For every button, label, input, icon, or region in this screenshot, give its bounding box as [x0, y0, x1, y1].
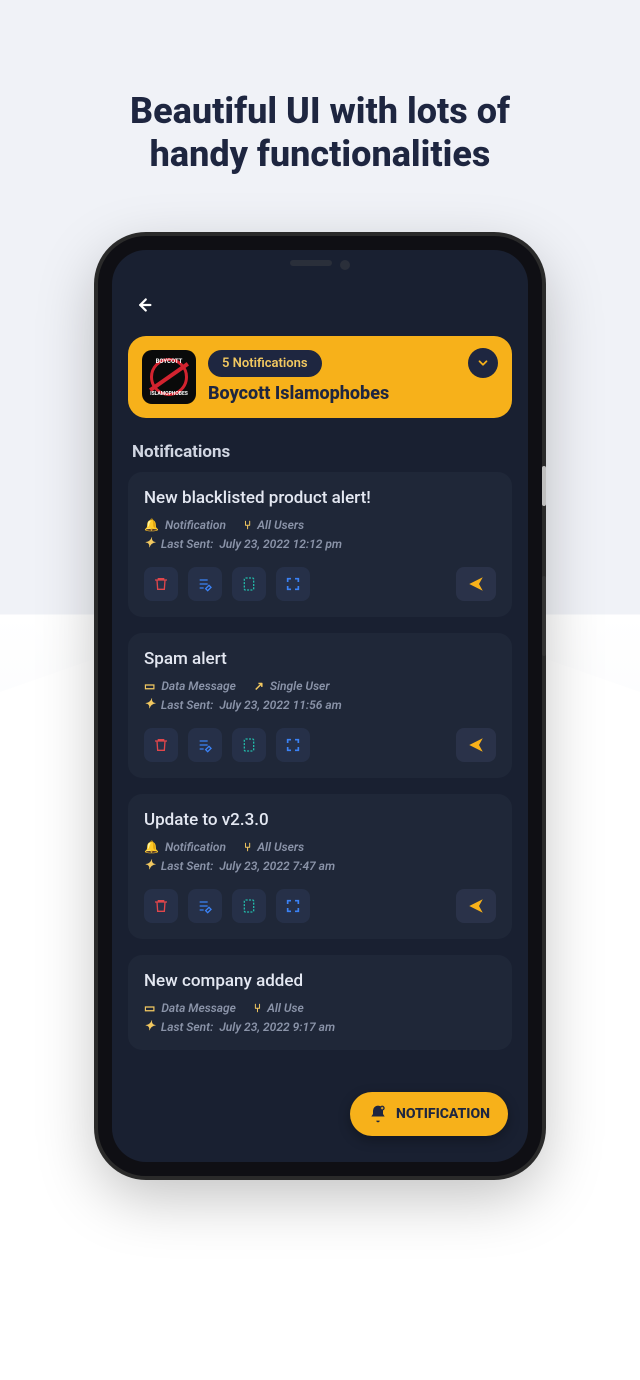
notification-target: ⑂ All Use	[254, 1001, 304, 1015]
send-button[interactable]	[456, 567, 496, 601]
target-icon: ⑂	[244, 518, 251, 532]
delete-button[interactable]	[144, 728, 178, 762]
new-notification-fab[interactable]: NOTIFICATION	[350, 1092, 508, 1136]
message-icon: ▭	[144, 679, 155, 693]
notification-title: Spam alert	[144, 649, 496, 669]
phone-side-button-bottom	[542, 576, 546, 656]
puzzle-icon: ✦	[144, 697, 155, 712]
single-user-icon: ↗	[254, 679, 264, 693]
message-icon: ▭	[144, 1001, 155, 1015]
copy-button[interactable]	[232, 567, 266, 601]
notification-card[interactable]: New blacklisted product alert! 🔔 Notific…	[128, 472, 512, 617]
expand-fullscreen-button[interactable]	[276, 889, 310, 923]
target-icon: ⑂	[254, 1001, 261, 1015]
app-header-card[interactable]: BOYCOTT ISLAMOPHOBES 5 Notifications Boy…	[128, 336, 512, 418]
puzzle-icon: ✦	[144, 858, 155, 873]
last-sent: ✦ Last Sent: July 23, 2022 12:12 pm	[144, 536, 496, 551]
edit-button[interactable]	[188, 567, 222, 601]
send-button[interactable]	[456, 889, 496, 923]
notification-title: Update to v2.3.0	[144, 810, 496, 830]
notification-card[interactable]: New company added ▭ Data Message ⑂ All U…	[128, 955, 512, 1050]
bell-icon: 🔔	[144, 840, 159, 854]
edit-button[interactable]	[188, 728, 222, 762]
bell-icon: 🔔	[144, 518, 159, 532]
puzzle-icon: ✦	[144, 536, 155, 551]
headline-line-2: handy functionalities	[150, 133, 491, 175]
chevron-down-icon	[476, 356, 490, 370]
section-title: Notifications	[112, 422, 528, 472]
delete-button[interactable]	[144, 889, 178, 923]
page-headline: Beautiful UI with lots of handy function…	[130, 90, 510, 176]
expand-fullscreen-button[interactable]	[276, 567, 310, 601]
phone-notch	[112, 250, 528, 270]
app-logo-bottom-text: ISLAMOPHOBES	[150, 391, 188, 397]
phone-screen: BOYCOTT ISLAMOPHOBES 5 Notifications Boy…	[112, 250, 528, 1162]
notification-type: 🔔 Notification	[144, 840, 226, 854]
phone-side-button-top	[542, 466, 546, 506]
last-sent: ✦ Last Sent: July 23, 2022 7:47 am	[144, 858, 496, 873]
notification-title: New blacklisted product alert!	[144, 488, 496, 508]
action-row	[144, 728, 496, 762]
notification-card[interactable]: Spam alert ▭ Data Message ↗ Single User …	[128, 633, 512, 778]
headline-line-1: Beautiful UI with lots of	[130, 90, 510, 132]
speaker-grille	[290, 260, 332, 266]
phone-frame: BOYCOTT ISLAMOPHOBES 5 Notifications Boy…	[98, 236, 542, 1176]
notification-type: ▭ Data Message	[144, 1001, 236, 1015]
action-row	[144, 567, 496, 601]
back-arrow-icon[interactable]	[132, 297, 154, 322]
top-bar	[112, 270, 528, 332]
copy-button[interactable]	[232, 889, 266, 923]
target-icon: ⑂	[244, 840, 251, 854]
notification-target: ↗ Single User	[254, 679, 330, 693]
bell-plus-icon	[368, 1104, 388, 1124]
last-sent: ✦ Last Sent: July 23, 2022 11:56 am	[144, 697, 496, 712]
notifications-count-badge: 5 Notifications	[208, 350, 322, 377]
notification-type: ▭ Data Message	[144, 679, 236, 693]
app-title: Boycott Islamophobes	[208, 383, 498, 404]
puzzle-icon: ✦	[144, 1019, 155, 1034]
send-button[interactable]	[456, 728, 496, 762]
notification-title: New company added	[144, 971, 496, 991]
action-row	[144, 889, 496, 923]
edit-button[interactable]	[188, 889, 222, 923]
copy-button[interactable]	[232, 728, 266, 762]
front-camera	[340, 260, 350, 270]
expand-fullscreen-button[interactable]	[276, 728, 310, 762]
notification-target: ⑂ All Users	[244, 840, 304, 854]
notification-card[interactable]: Update to v2.3.0 🔔 Notification ⑂ All Us…	[128, 794, 512, 939]
delete-button[interactable]	[144, 567, 178, 601]
last-sent: ✦ Last Sent: July 23, 2022 9:17 am	[144, 1019, 496, 1034]
app-logo-top-text: BOYCOTT	[156, 358, 183, 365]
app-logo-icon: BOYCOTT ISLAMOPHOBES	[142, 350, 196, 404]
fab-label: NOTIFICATION	[396, 1106, 490, 1122]
notification-target: ⑂ All Users	[244, 518, 304, 532]
notification-type: 🔔 Notification	[144, 518, 226, 532]
